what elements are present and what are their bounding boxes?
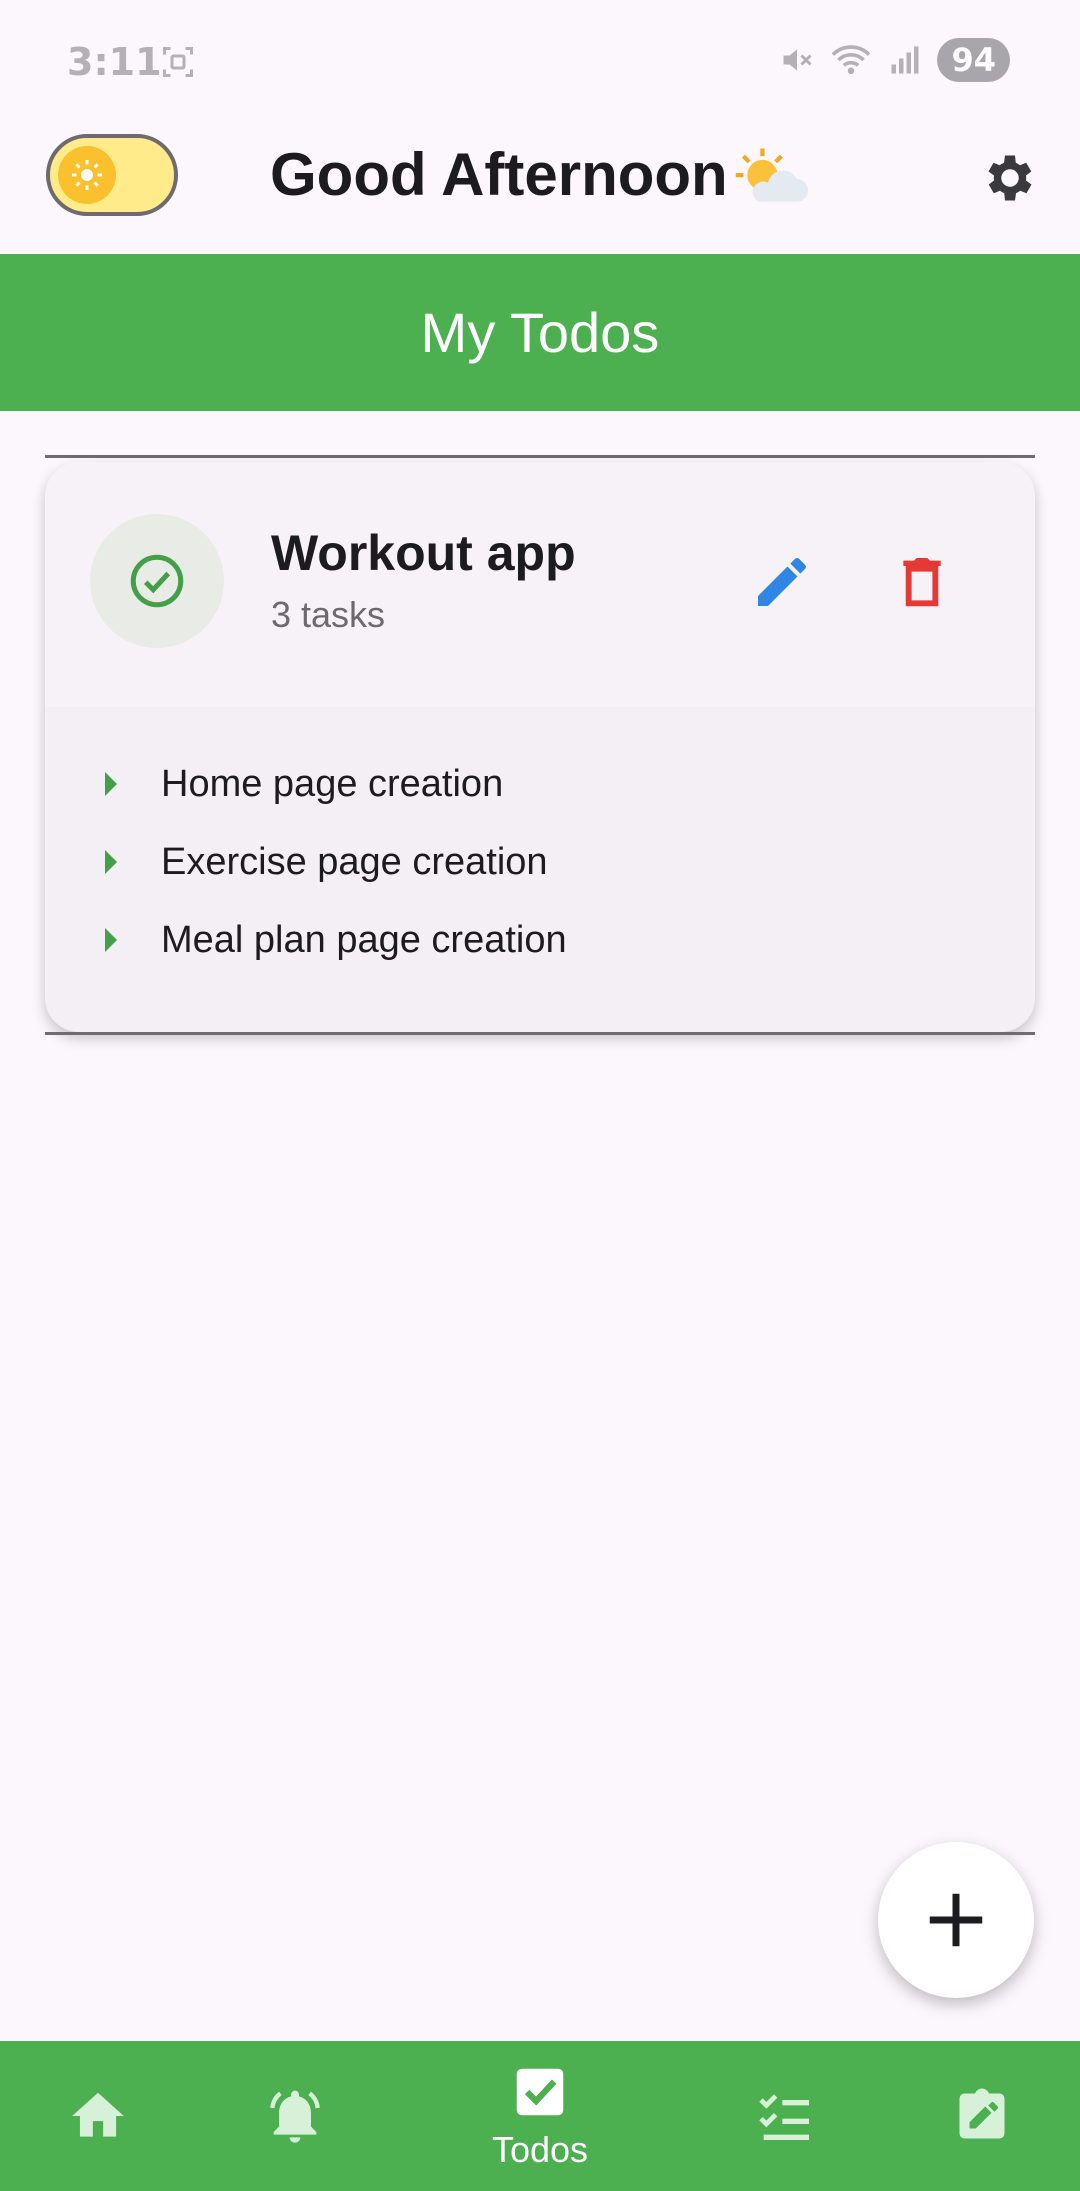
checklist-icon bbox=[759, 2094, 809, 2140]
task-label: Exercise page creation bbox=[161, 840, 548, 883]
gear-icon bbox=[988, 155, 1032, 201]
theme-toggle[interactable] bbox=[46, 134, 178, 216]
home-icon bbox=[72, 2092, 124, 2137]
edit-note-icon bbox=[959, 2088, 1005, 2139]
task-label: Meal plan page creation bbox=[161, 918, 567, 961]
task-label: Home page creation bbox=[161, 762, 504, 805]
bell-icon bbox=[270, 2090, 320, 2143]
nav-home[interactable] bbox=[58, 2041, 138, 2191]
app-screen: 3:11 94 Good Afternoon My Todos Workout … bbox=[0, 0, 1080, 2191]
checkbox-icon bbox=[516, 2068, 564, 2116]
signal-icon bbox=[891, 46, 919, 74]
sun-behind-cloud-icon bbox=[732, 144, 808, 214]
wifi-icon bbox=[832, 45, 871, 75]
nav-todos-label: Todos bbox=[491, 2129, 589, 2170]
nav-notes[interactable] bbox=[942, 2041, 1022, 2191]
pencil-icon bbox=[758, 557, 806, 606]
status-bar: 3:11 94 bbox=[0, 0, 1080, 120]
greeting-text: Good Afternoon bbox=[270, 141, 728, 208]
nav-reminders[interactable] bbox=[255, 2041, 335, 2191]
plus-icon bbox=[929, 1893, 983, 1947]
status-time: 3:11 bbox=[67, 40, 162, 84]
list-item[interactable]: Meal plan page creation bbox=[105, 910, 567, 970]
card-avatar bbox=[90, 514, 224, 648]
page-title: My Todos bbox=[420, 301, 660, 364]
nav-todos[interactable]: Todos bbox=[460, 2041, 620, 2191]
check-circle-icon bbox=[130, 554, 184, 608]
screenshot-icon bbox=[160, 44, 196, 84]
header: Good Afternoon bbox=[0, 120, 1080, 254]
delete-button[interactable] bbox=[890, 550, 954, 618]
mute-icon bbox=[783, 49, 813, 71]
divider-bottom bbox=[45, 1032, 1035, 1035]
battery-indicator: 94 bbox=[937, 38, 1010, 82]
card-title: Workout app bbox=[271, 525, 576, 581]
card-subtitle: 3 tasks bbox=[271, 594, 386, 635]
bottom-navigation: Todos bbox=[0, 2041, 1080, 2191]
divider-top bbox=[45, 455, 1035, 458]
sun-icon bbox=[58, 146, 116, 204]
todo-card[interactable]: Workout app 3 tasks Home page creation E… bbox=[45, 462, 1035, 1032]
settings-button[interactable] bbox=[980, 148, 1040, 212]
arrow-right-icon bbox=[105, 928, 117, 952]
arrow-right-icon bbox=[105, 850, 117, 874]
list-item[interactable]: Exercise page creation bbox=[105, 832, 548, 892]
app-bar: My Todos bbox=[0, 254, 1080, 411]
trash-icon bbox=[903, 558, 941, 607]
list-item[interactable]: Home page creation bbox=[105, 754, 503, 814]
arrow-right-icon bbox=[105, 772, 117, 796]
status-icons: 94 bbox=[779, 38, 1010, 82]
nav-checklist[interactable] bbox=[745, 2041, 825, 2191]
edit-button[interactable] bbox=[750, 550, 814, 618]
add-todo-button[interactable] bbox=[878, 1842, 1034, 1998]
